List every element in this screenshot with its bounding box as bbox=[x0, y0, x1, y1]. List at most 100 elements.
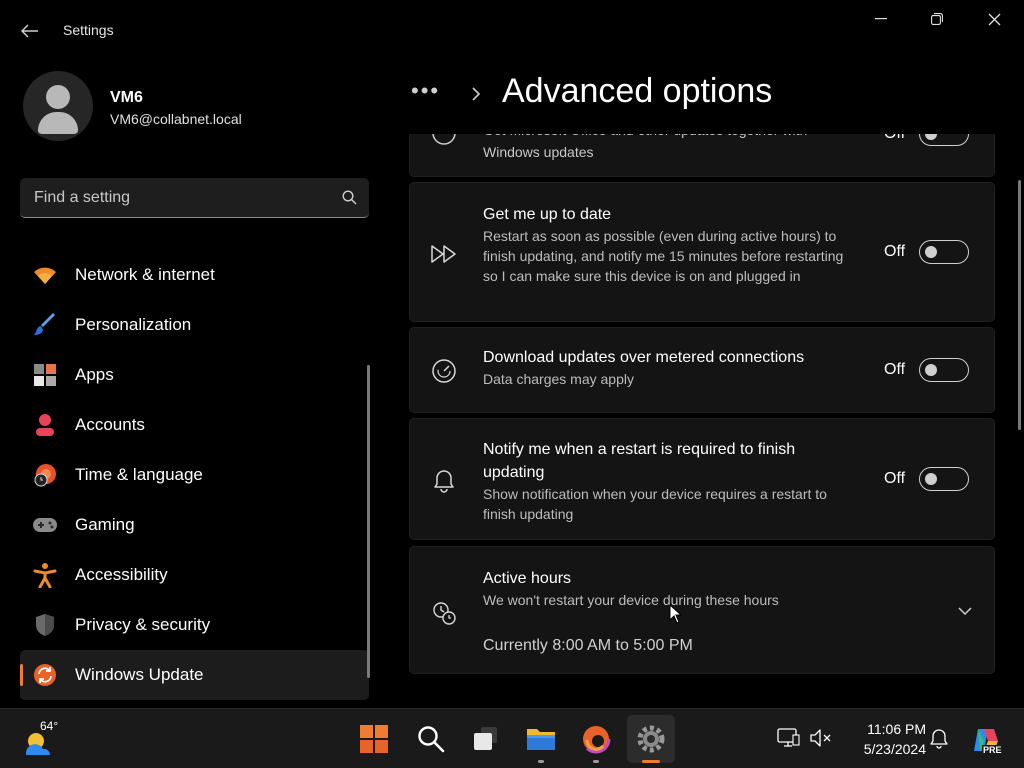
sidebar-item-label: Gaming bbox=[75, 515, 135, 534]
get-up-to-date-toggle[interactable] bbox=[919, 240, 970, 264]
page-title: Advanced options bbox=[502, 72, 773, 110]
sidebar-nav: Network & internet Personalization Apps … bbox=[20, 250, 369, 700]
clock-date: 5/23/2024 bbox=[863, 741, 926, 757]
sidebar-item-label: Accounts bbox=[75, 415, 145, 434]
sidebar-item-gaming[interactable]: Gaming bbox=[20, 500, 369, 550]
sidebar-item-label: Personalization bbox=[75, 315, 192, 334]
weather-widget[interactable]: 64° bbox=[22, 717, 72, 761]
toggle-knob bbox=[925, 473, 938, 485]
metered-toggle-group: Off bbox=[884, 358, 970, 382]
taskbar: 64° 11:06 PM 5/23/2024 PRE bbox=[0, 708, 1024, 768]
minimize-button[interactable] bbox=[853, 0, 909, 38]
settings-icon bbox=[637, 725, 665, 753]
toggle-state-label: Off bbox=[884, 243, 906, 260]
close-button[interactable] bbox=[966, 0, 1022, 38]
chevron-right-icon bbox=[472, 87, 481, 101]
edge-button[interactable] bbox=[572, 715, 620, 763]
toggle-state-label: Off bbox=[884, 361, 906, 378]
active-hours-icon bbox=[430, 599, 458, 627]
avatar-head bbox=[46, 85, 70, 109]
notify-restart-card: Notify me when a restart is required to … bbox=[409, 418, 995, 540]
restore-icon bbox=[931, 13, 943, 25]
sidebar-item-apps[interactable]: Apps bbox=[20, 350, 369, 400]
active-hours-desc: We won't restart your device during thes… bbox=[483, 592, 779, 608]
avatar[interactable] bbox=[23, 71, 93, 141]
update-icon bbox=[32, 662, 58, 688]
office-updates-toggle[interactable] bbox=[919, 134, 970, 146]
volume-muted-icon bbox=[810, 729, 831, 747]
network-tray-button[interactable] bbox=[776, 725, 802, 751]
back-button[interactable] bbox=[14, 16, 46, 46]
copilot-badge: PRE bbox=[982, 745, 1003, 755]
notifications-button[interactable] bbox=[926, 725, 952, 751]
accessibility-icon bbox=[32, 562, 58, 588]
bell-icon bbox=[430, 466, 458, 494]
user-name: VM6 bbox=[110, 89, 143, 106]
notify-restart-desc: Show notification when your device requi… bbox=[483, 486, 827, 522]
task-view-icon bbox=[474, 727, 497, 750]
metered-toggle[interactable] bbox=[919, 358, 970, 382]
minimize-icon bbox=[875, 18, 887, 20]
settings-taskbar-button[interactable] bbox=[627, 715, 675, 763]
fast-forward-icon bbox=[430, 240, 458, 268]
office-updates-toggle-group: Off bbox=[884, 134, 970, 146]
close-icon bbox=[988, 13, 1000, 25]
search-input[interactable] bbox=[20, 188, 329, 207]
shield-icon bbox=[32, 612, 58, 638]
metered-connections-card: Download updates over metered connection… bbox=[409, 327, 995, 413]
sidebar-item-label: Privacy & security bbox=[75, 615, 211, 634]
active-hours-card[interactable]: Active hours We won't restart your devic… bbox=[409, 546, 995, 674]
sidebar-item-label: Network & internet bbox=[75, 265, 215, 284]
sidebar-item-network[interactable]: Network & internet bbox=[20, 250, 369, 300]
sidebar-item-time-language[interactable]: Time & language bbox=[20, 450, 369, 500]
edge-icon bbox=[581, 724, 611, 754]
toggle-knob bbox=[925, 134, 938, 140]
active-indicator bbox=[642, 760, 660, 763]
volume-tray-button[interactable] bbox=[808, 725, 834, 751]
search-icon bbox=[418, 726, 445, 753]
back-arrow-icon bbox=[21, 24, 38, 38]
copilot-button[interactable]: PRE bbox=[968, 723, 1003, 757]
taskbar-search-button[interactable] bbox=[407, 715, 455, 763]
sidebar-scrollbar[interactable] bbox=[367, 365, 370, 678]
title-bar: Settings bbox=[0, 0, 1024, 62]
speedometer-icon bbox=[430, 357, 458, 385]
file-explorer-button[interactable] bbox=[517, 715, 565, 763]
sidebar-item-accounts[interactable]: Accounts bbox=[20, 400, 369, 450]
wifi-icon bbox=[32, 262, 58, 288]
sidebar-item-windows-update[interactable]: Windows Update bbox=[20, 650, 369, 700]
settings-content: Get Microsoft Office and other updates t… bbox=[409, 134, 995, 680]
search-icon[interactable] bbox=[329, 178, 369, 218]
clock[interactable]: 11:06 PM 5/23/2024 bbox=[842, 719, 926, 759]
get-up-to-date-title: Get me up to date bbox=[483, 206, 612, 223]
start-button[interactable] bbox=[350, 715, 398, 763]
office-updates-card: Get Microsoft Office and other updates t… bbox=[409, 134, 995, 177]
notify-restart-toggle[interactable] bbox=[919, 467, 970, 491]
metered-desc: Data charges may apply bbox=[483, 371, 634, 387]
sidebar-item-label: Windows Update bbox=[75, 665, 204, 684]
get-up-to-date-desc: Restart as soon as possible (even during… bbox=[483, 228, 844, 284]
avatar-body bbox=[38, 112, 78, 134]
restore-button[interactable] bbox=[909, 0, 965, 38]
sidebar-item-label: Accessibility bbox=[75, 565, 168, 584]
accounts-icon bbox=[32, 412, 58, 438]
brush-icon bbox=[32, 312, 58, 338]
gamepad-icon bbox=[32, 512, 58, 538]
get-up-to-date-card: Get me up to date Restart as soon as pos… bbox=[409, 182, 995, 322]
content-scrollbar[interactable] bbox=[1018, 180, 1021, 430]
search-box[interactable] bbox=[20, 178, 369, 218]
office-updates-title: Get Microsoft Office and other updates t… bbox=[483, 134, 853, 142]
task-view-button[interactable] bbox=[462, 715, 510, 763]
sidebar-item-privacy[interactable]: Privacy & security bbox=[20, 600, 369, 650]
breadcrumb-overflow-button[interactable]: ••• bbox=[411, 78, 440, 104]
globe-clock-icon bbox=[32, 462, 58, 488]
sidebar-item-label: Apps bbox=[75, 365, 114, 384]
sidebar-item-label: Time & language bbox=[75, 465, 203, 484]
app-title: Settings bbox=[63, 22, 114, 38]
sidebar-item-personalization[interactable]: Personalization bbox=[20, 300, 369, 350]
start-icon bbox=[360, 725, 388, 753]
running-indicator bbox=[593, 760, 599, 763]
clock-time: 11:06 PM bbox=[867, 721, 926, 737]
chevron-down-icon[interactable] bbox=[955, 603, 975, 619]
sidebar-item-accessibility[interactable]: Accessibility bbox=[20, 550, 369, 600]
